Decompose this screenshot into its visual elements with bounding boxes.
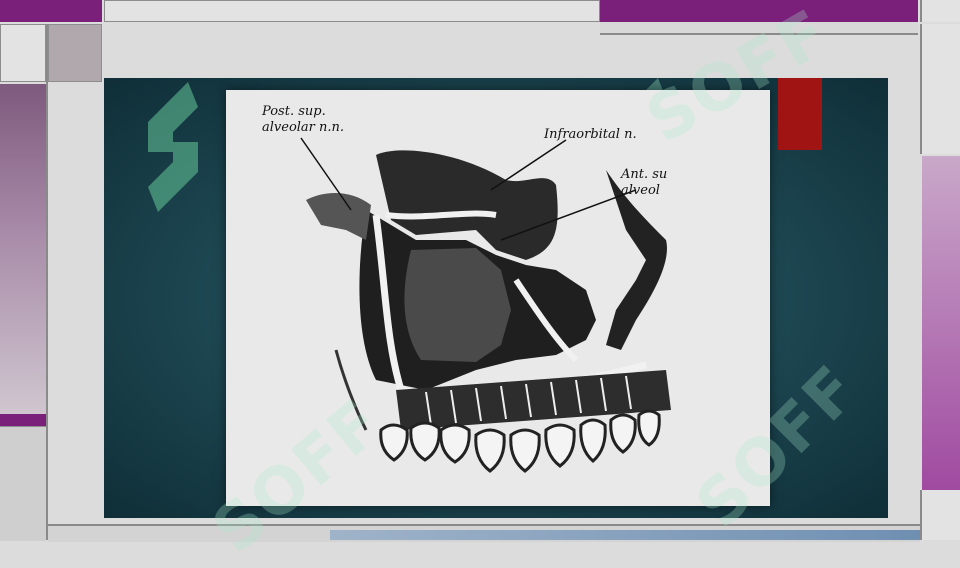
right-column-top-block bbox=[920, 24, 960, 154]
ant-sup-label-line2: alveol bbox=[621, 183, 660, 198]
post-sup-label-line1: Post. sup. bbox=[261, 104, 326, 119]
left-bottom-block bbox=[0, 426, 46, 541]
bottom-blue-bar bbox=[330, 530, 920, 540]
top-gray-bar bbox=[104, 0, 600, 22]
infraorbital-label: Infraorbital n. bbox=[543, 127, 637, 142]
left-divider-line bbox=[46, 24, 48, 540]
sinus-cavity-shape bbox=[404, 248, 511, 362]
infraorbital-nerve-track bbox=[385, 210, 497, 220]
post-sup-label-line2: alveolar n.n. bbox=[262, 120, 344, 135]
left-square-light bbox=[0, 24, 46, 82]
top-left-purple-bar bbox=[0, 0, 102, 22]
left-gradient-column bbox=[0, 84, 46, 414]
top-right-corner-block bbox=[920, 0, 960, 22]
ant-sup-label-line1: Ant. su bbox=[620, 167, 667, 182]
right-column-bottom-block bbox=[920, 490, 960, 540]
right-purple-column bbox=[922, 156, 960, 490]
top-right-purple-bar bbox=[600, 0, 918, 22]
left-square-gray bbox=[48, 24, 102, 82]
watermark-logo-icon bbox=[148, 82, 198, 212]
zygomatic-fragment bbox=[306, 193, 371, 240]
left-purple-strip bbox=[0, 414, 46, 426]
